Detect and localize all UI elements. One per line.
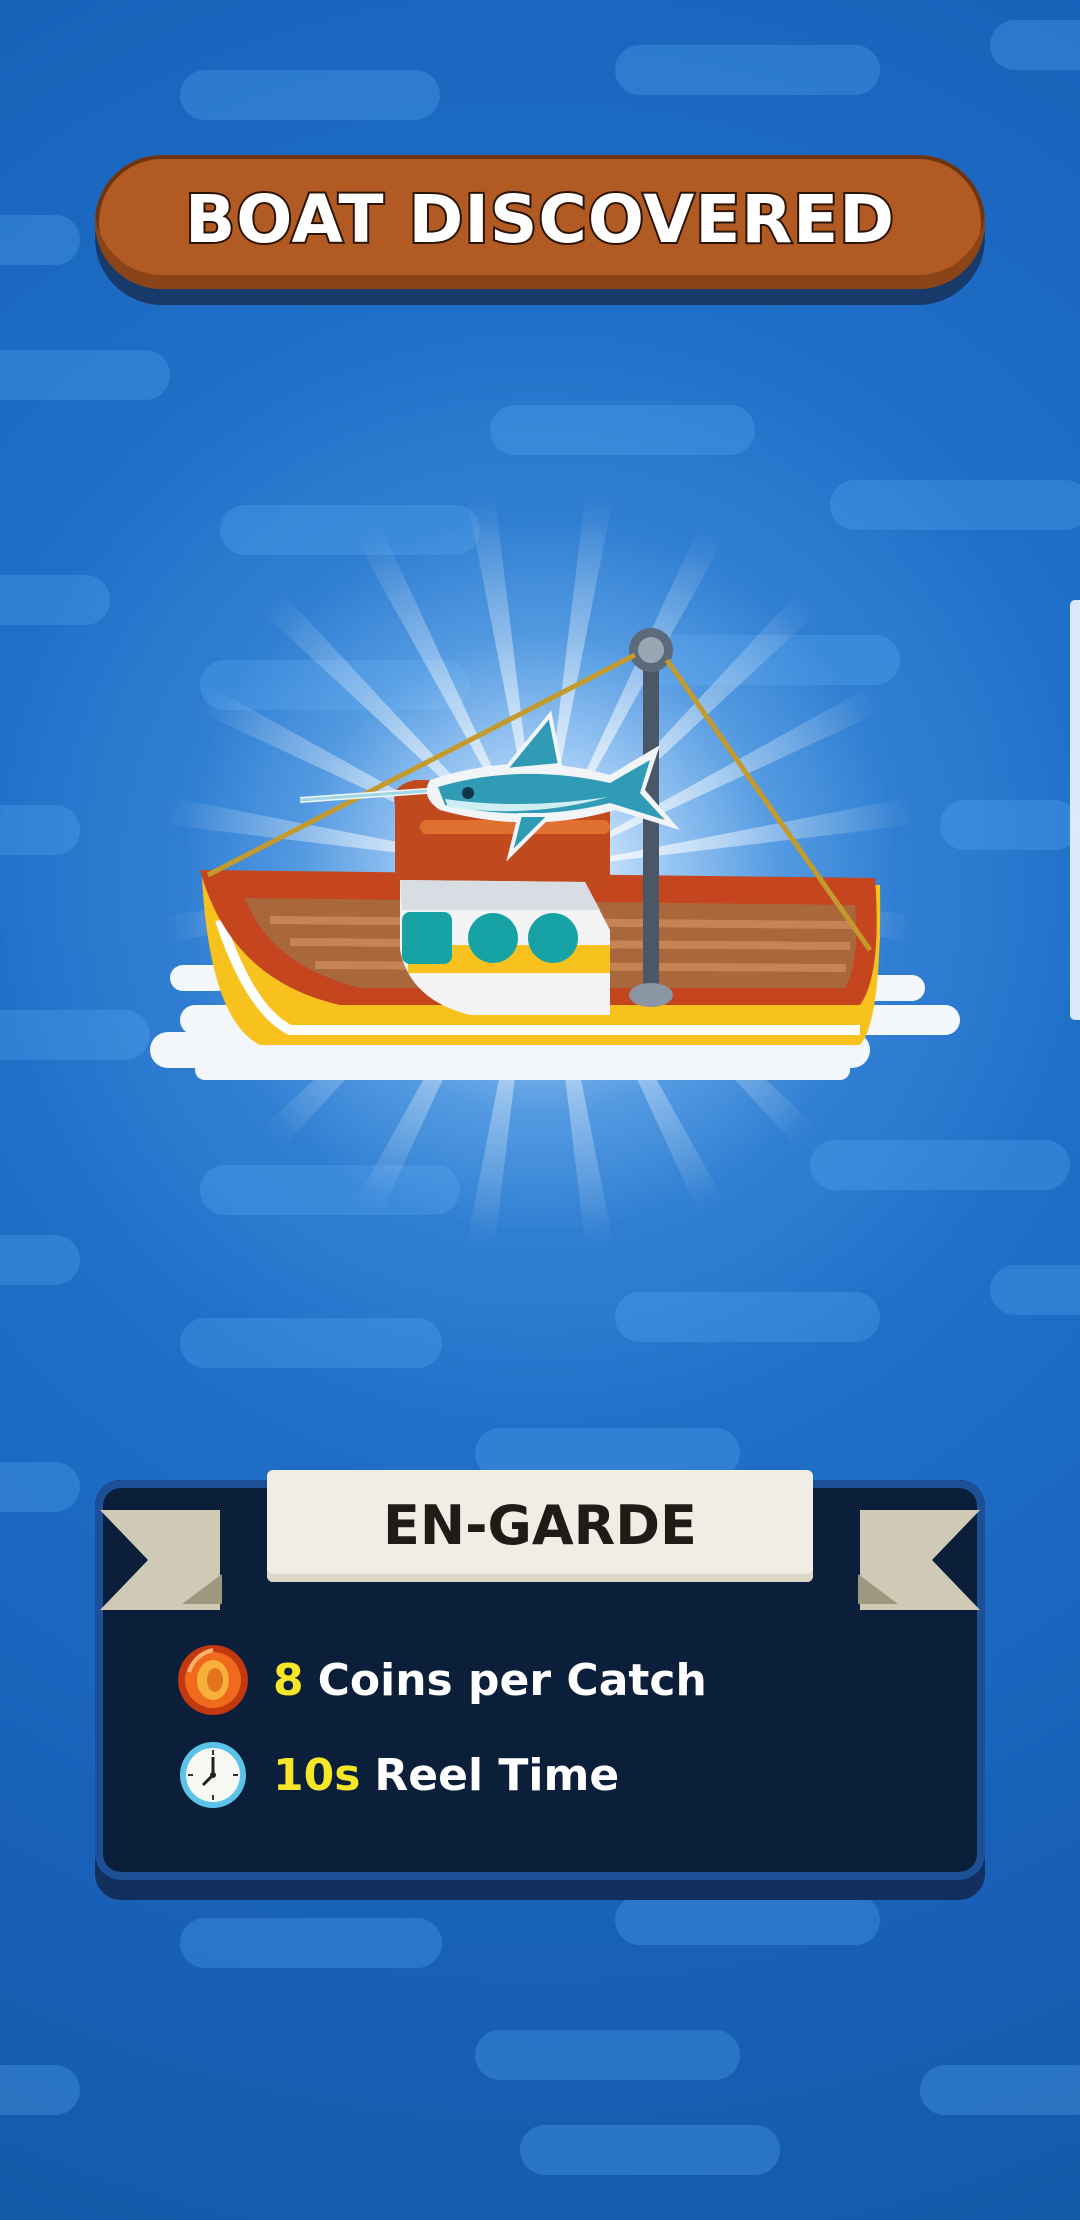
background-streak [615,45,880,95]
edge-panel-handle[interactable] [1070,600,1080,1020]
background-streak [920,2065,1080,2115]
background-streak [990,1265,1080,1315]
background-streak [520,2125,780,2175]
page-title: BOAT DISCOVERED [183,179,896,260]
background-streak [475,2030,740,2080]
background-streak [180,1918,442,1968]
background-streak [0,1235,80,1285]
coins-per-catch-value: 8 [273,1654,304,1706]
reel-time-label: Reel Time [374,1749,620,1801]
boat-name-ribbon: EN-GARDE [100,1470,980,1630]
background-streak [180,70,440,120]
background-streak [0,215,80,265]
reel-time-value: 10s [273,1749,361,1801]
stat-reel-time: 10s Reel Time [175,1735,619,1815]
boat-name: EN-GARDE [383,1494,697,1557]
background-streak [615,1895,880,1945]
boat-discovered-screen: BOAT DISCOVERED EN-GARDE 8 Coins per Cat… [0,0,1080,2220]
stat-coins-per-catch: 8 Coins per Catch [175,1640,707,1720]
background-streak [0,2065,80,2115]
title-plank: BOAT DISCOVERED [95,155,985,305]
background-streak [990,20,1080,70]
fishing-boat-with-swordfish-icon [140,620,980,1100]
background-streak [0,1462,80,1512]
background-streak [0,350,170,400]
clock-icon [175,1737,251,1813]
coins-per-catch-label: Coins per Catch [317,1654,707,1706]
coin-icon [175,1642,251,1718]
